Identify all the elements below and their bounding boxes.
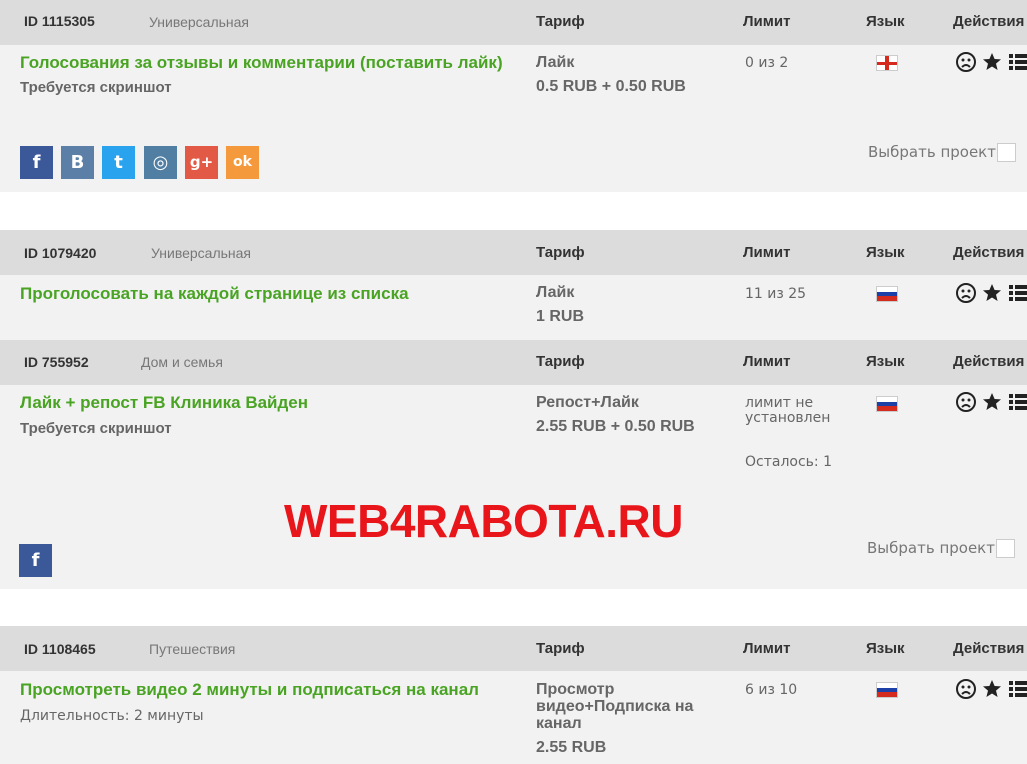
task-limit: лимит не установлен [745, 396, 830, 426]
tariff-name: Лайк [536, 54, 575, 71]
column-language: Язык [866, 13, 905, 30]
task-tariff: Просмотр видео+Подписка на канал 2.55 RU… [536, 681, 693, 756]
task-title-link[interactable]: Голосования за отзывы и комментарии (пос… [20, 53, 503, 73]
task-title-link[interactable]: Лайк + репост FB Клиника Вайден [20, 393, 308, 413]
russian-flag-icon [876, 396, 898, 412]
select-project-checkbox[interactable] [996, 539, 1015, 558]
column-tariff: Тариф [536, 640, 585, 657]
column-actions: Действия [953, 244, 1025, 261]
complain-icon[interactable] [955, 51, 977, 73]
task-id: ID 1079420 [24, 245, 97, 261]
task-id: ID 755952 [24, 354, 89, 370]
odnoklassniki-icon[interactable]: ok [226, 146, 259, 179]
column-actions: Действия [953, 640, 1025, 657]
task-body: Проголосовать на каждой странице из спис… [0, 275, 1027, 340]
task-limit: 6 из 10 [745, 682, 798, 698]
task-tariff: Лайк 0.5 RUB + 0.50 RUB [536, 51, 686, 99]
column-actions: Действия [953, 13, 1025, 30]
russian-flag-icon [876, 682, 898, 698]
complain-icon[interactable] [955, 391, 977, 413]
site-watermark: WEB4RABOTA.RU [284, 495, 683, 547]
select-project-label: Выбрать проект [868, 143, 996, 161]
column-language: Язык [866, 353, 905, 370]
complain-icon[interactable] [955, 678, 977, 700]
twitter-icon[interactable]: t [102, 146, 135, 179]
favorite-star-icon[interactable] [982, 283, 1002, 303]
facebook-icon[interactable]: f [20, 146, 53, 179]
task-category: Универсальная [149, 14, 250, 30]
column-actions: Действия [953, 353, 1025, 370]
task-header: ID 1115305 Универсальная Тариф Лимит Язы… [0, 0, 1027, 45]
task-header: ID 755952 Дом и семья Тариф Лимит Язык Д… [0, 340, 1027, 385]
details-list-icon[interactable] [1009, 283, 1027, 303]
task-id: ID 1115305 [24, 13, 95, 29]
task-category: Универсальная [151, 245, 252, 261]
column-limit: Лимит [743, 353, 791, 370]
tariff-price: 0.5 RUB + 0.50 RUB [536, 78, 686, 95]
task-title-link[interactable]: Просмотреть видео 2 минуты и подписаться… [20, 680, 479, 700]
column-limit: Лимит [743, 640, 791, 657]
task-tariff: Репост+Лайк 2.55 RUB + 0.50 RUB [536, 391, 695, 439]
details-list-icon[interactable] [1009, 679, 1027, 699]
task-tariff: Лайк 1 RUB [536, 281, 584, 329]
task-requirement: Требуется скриншот [20, 420, 172, 437]
column-tariff: Тариф [536, 244, 585, 261]
select-project-label: Выбрать проект [867, 539, 995, 557]
facebook-icon[interactable]: f [19, 544, 52, 577]
task-category: Дом и семья [141, 354, 223, 370]
select-project-checkbox[interactable] [997, 143, 1016, 162]
column-limit: Лимит [743, 13, 791, 30]
tariff-name: Репост+Лайк [536, 394, 639, 411]
task-duration: Длительность: 2 минуты [20, 708, 204, 724]
tariff-price: 2.55 RUB + 0.50 RUB [536, 418, 695, 435]
task-body: Голосования за отзывы и комментарии (пос… [0, 45, 1027, 192]
details-list-icon[interactable] [1009, 52, 1027, 72]
tariff-line-2: видео+Подписка на [536, 698, 694, 715]
complain-icon[interactable] [955, 282, 977, 304]
english-flag-icon [876, 55, 898, 71]
column-tariff: Тариф [536, 353, 585, 370]
column-language: Язык [866, 640, 905, 657]
task-requirement: Требуется скриншот [20, 79, 172, 96]
tariff-name: Лайк [536, 284, 575, 301]
tariff-price: 2.55 RUB [536, 739, 607, 756]
russian-flag-icon [876, 286, 898, 302]
tariff-price: 1 RUB [536, 308, 585, 325]
favorite-star-icon[interactable] [982, 679, 1002, 699]
column-tariff: Тариф [536, 13, 585, 30]
task-body: Лайк + репост FB Клиника Вайден Требуетс… [0, 385, 1027, 589]
task-limit: 11 из 25 [745, 286, 807, 302]
column-language: Язык [866, 244, 905, 261]
limit-line-1: лимит не [745, 395, 814, 411]
tariff-line-1: Просмотр [536, 681, 615, 698]
task-limit: 0 из 2 [745, 55, 789, 71]
vkontakte-icon[interactable]: В [61, 146, 94, 179]
google-plus-icon[interactable]: g+ [185, 146, 218, 179]
instagram-icon[interactable]: ◎ [144, 146, 177, 179]
favorite-star-icon[interactable] [982, 52, 1002, 72]
task-category: Путешествия [149, 641, 236, 657]
details-list-icon[interactable] [1009, 392, 1027, 412]
task-title-link[interactable]: Проголосовать на каждой странице из спис… [20, 284, 409, 304]
task-header: ID 1108465 Путешествия Тариф Лимит Язык … [0, 626, 1027, 671]
task-header: ID 1079420 Универсальная Тариф Лимит Язы… [0, 230, 1027, 275]
tariff-line-3: канал [536, 715, 582, 732]
column-limit: Лимит [743, 244, 791, 261]
task-body: Просмотреть видео 2 минуты и подписаться… [0, 671, 1027, 764]
task-remaining: Осталось: 1 [745, 454, 832, 470]
task-id: ID 1108465 [24, 641, 96, 657]
limit-line-2: установлен [745, 410, 831, 426]
favorite-star-icon[interactable] [982, 392, 1002, 412]
